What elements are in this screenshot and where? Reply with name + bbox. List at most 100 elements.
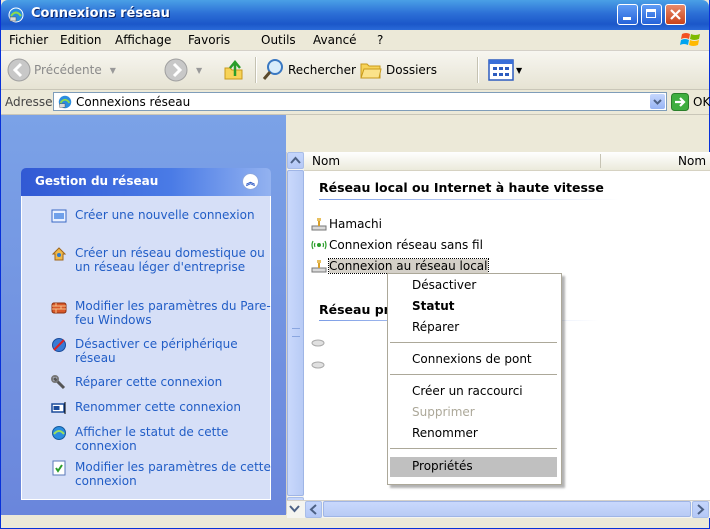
repair-icon <box>51 375 66 390</box>
arrow-up-icon <box>290 156 301 164</box>
menu-item-delete: Supprimer <box>412 405 475 419</box>
menu-item-bridge[interactable]: Connexions de pont <box>412 352 532 366</box>
vertical-scrollbar[interactable] <box>286 152 304 514</box>
menu-advanced[interactable]: Avancé <box>313 33 357 47</box>
rename-icon <box>51 402 66 414</box>
task-label: Renommer cette connexion <box>75 400 241 414</box>
tasks-header[interactable]: Gestion du réseau ︽ <box>21 168 271 196</box>
collapse-button[interactable]: ︽ <box>242 173 259 190</box>
windows-logo-icon <box>680 33 700 46</box>
status-icon <box>52 426 66 440</box>
task-repair-connection[interactable]: Réparer cette connexion <box>51 375 277 391</box>
up-folder-icon <box>224 60 243 80</box>
menu-item-create-shortcut[interactable]: Créer un raccourci <box>412 384 523 398</box>
connection-hamachi[interactable]: Hamachi <box>311 217 382 231</box>
menu-help[interactable]: ? <box>377 33 383 47</box>
scroll-thumb[interactable] <box>287 170 304 496</box>
task-view-status[interactable]: Afficher le statut de cette connexion <box>51 425 277 453</box>
task-disable-device[interactable]: Désactiver ce périphérique réseau <box>51 337 277 365</box>
scroll-right-button[interactable] <box>692 501 709 518</box>
disable-device-icon <box>52 338 66 352</box>
group-divider <box>319 199 619 200</box>
corner-scroll-down-button[interactable] <box>287 501 304 518</box>
context-menu: Désactiver Statut Réparer Connexions de … <box>387 273 562 485</box>
group-vpn-title: Réseau pr <box>319 302 390 317</box>
task-label: Modifier les paramètres de cette connexi… <box>75 460 271 488</box>
menu-tools[interactable]: Outils <box>261 33 296 47</box>
window-title: Connexions réseau <box>31 6 170 21</box>
menu-view[interactable]: Affichage <box>115 33 171 47</box>
search-button[interactable]: Rechercher <box>261 56 356 84</box>
folders-label: Dossiers <box>386 63 437 77</box>
menu-item-repair[interactable]: Réparer <box>412 320 459 334</box>
up-folder-button[interactable] <box>222 56 246 84</box>
column-divider[interactable] <box>600 154 601 168</box>
network-connections-icon <box>8 7 24 23</box>
connection-wireless[interactable]: Connexion réseau sans fil <box>311 238 483 252</box>
menu-item-properties[interactable]: Propriétés <box>412 459 473 473</box>
home-network-icon <box>51 247 67 261</box>
toolbar: Précédente ▼ ▼ Rechercher Dossiers ▼ <box>1 51 709 90</box>
vpn-connection-icon[interactable] <box>311 360 325 370</box>
horizontal-scroll-thumb[interactable] <box>323 501 691 517</box>
task-label: Créer un réseau domestique ou un réseau … <box>75 246 265 274</box>
column-headers: Nom Nom <box>304 152 710 171</box>
menu-separator <box>390 448 557 449</box>
maximize-button[interactable] <box>641 4 662 25</box>
column-name[interactable]: Nom <box>312 154 340 168</box>
maximize-icon <box>646 9 656 18</box>
views-button[interactable]: ▼ <box>488 56 522 84</box>
address-field[interactable]: Connexions réseau <box>53 92 667 111</box>
forward-dropdown-icon[interactable]: ▼ <box>196 66 202 75</box>
views-icon <box>488 59 514 81</box>
connection-local-area[interactable]: Connexion au réseau local <box>311 258 489 274</box>
properties-icon <box>52 460 66 476</box>
menu-item-rename[interactable]: Renommer <box>412 426 478 440</box>
scroll-up-button[interactable] <box>287 152 304 169</box>
folders-button[interactable]: Dossiers <box>359 56 437 84</box>
task-create-connection[interactable]: Créer une nouvelle connexion <box>51 208 277 224</box>
menu-edit[interactable]: Edition <box>60 33 102 47</box>
go-button[interactable]: OK <box>671 93 710 111</box>
task-create-home-network[interactable]: Créer un réseau domestique ou un réseau … <box>51 246 277 274</box>
minimize-button[interactable] <box>617 4 638 25</box>
task-label: Afficher le statut de cette connexion <box>75 425 229 453</box>
search-icon <box>262 59 283 80</box>
back-label: Précédente <box>34 63 102 77</box>
close-button[interactable] <box>665 4 686 25</box>
back-button[interactable]: Précédente ▼ <box>7 56 116 84</box>
task-label: Créer une nouvelle connexion <box>75 208 255 222</box>
task-label: Réparer cette connexion <box>75 375 223 389</box>
scroll-left-button[interactable] <box>305 501 322 518</box>
menu-item-disable[interactable]: Désactiver <box>412 278 476 292</box>
views-dropdown-icon: ▼ <box>516 65 523 75</box>
address-dropdown-button[interactable] <box>650 94 665 109</box>
search-label: Rechercher <box>288 63 356 77</box>
menu-item-status[interactable]: Statut <box>412 299 455 313</box>
connection-label: Connexion réseau sans fil <box>329 238 483 252</box>
task-firewall-settings[interactable]: Modifier les paramètres du Pare-feu Wind… <box>51 299 277 327</box>
horizontal-scrollbar[interactable] <box>287 500 710 518</box>
back-dropdown-icon[interactable]: ▼ <box>110 66 116 75</box>
task-label: Modifier les paramètres du Pare-feu Wind… <box>75 299 271 327</box>
title-bar[interactable]: Connexions réseau <box>1 0 709 30</box>
column-name-2[interactable]: Nom <box>678 154 706 168</box>
task-label: Désactiver ce périphérique réseau <box>75 337 238 365</box>
group-lan-title: Réseau local ou Internet à haute vitesse <box>319 180 604 195</box>
close-icon <box>670 9 681 20</box>
chevron-up-icon: ︽ <box>245 178 255 188</box>
menu-favorites[interactable]: Favoris <box>188 33 230 47</box>
task-change-settings[interactable]: Modifier les paramètres de cette connexi… <box>51 460 277 488</box>
menu-bar: Fichier Edition Affichage Favoris Outils… <box>1 30 709 51</box>
arrow-left-icon <box>309 504 317 515</box>
vpn-connection-icon[interactable] <box>311 338 325 348</box>
menu-file[interactable]: Fichier <box>9 33 48 47</box>
toolbar-separator <box>255 57 257 83</box>
toolbar-separator <box>477 57 479 83</box>
task-rename-connection[interactable]: Renommer cette connexion <box>51 400 277 416</box>
firewall-icon <box>51 302 67 314</box>
forward-button[interactable]: ▼ <box>164 56 202 84</box>
back-arrow-icon <box>7 58 31 82</box>
menu-separator <box>390 342 557 343</box>
arrow-down-icon <box>289 505 300 513</box>
